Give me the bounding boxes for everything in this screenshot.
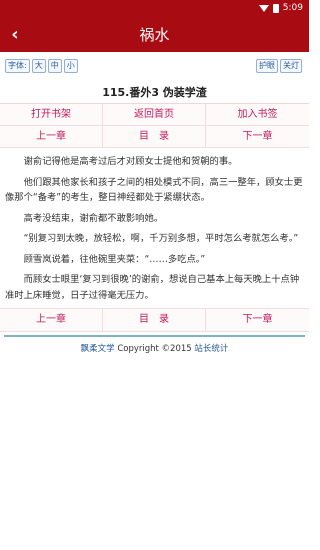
bottom-nav: 上一章 目 录 下一章: [0, 308, 309, 332]
font-large-button[interactable]: 大: [31, 59, 46, 73]
back-home-link[interactable]: 返回首页: [103, 104, 206, 126]
back-arrow-icon: ‹: [11, 23, 19, 45]
paragraph: 顾雪岚说着，往他碗里夹菜：“……多吃点。”: [23, 253, 206, 265]
font-medium-button[interactable]: 中: [47, 59, 62, 73]
title-bar: ‹ 祸水: [0, 16, 309, 52]
paragraph: “别复习到太晚，放轻松，啊，千万别多想，平时怎么考就怎么考。”: [23, 233, 299, 244]
paragraph: 谢俞记得他是高考过后才对顾女士提他和贺朝的事。: [23, 156, 238, 167]
open-bookshelf-link[interactable]: 打开书架: [0, 104, 103, 126]
chapter-content: 谢俞记得他是高考过后才对顾女士提他和贺朝的事。 他们跟其他家长和孩子之间的相处模…: [0, 148, 309, 303]
status-time: 5:09: [282, 3, 303, 13]
stats-link[interactable]: 站长统计: [194, 344, 228, 354]
font-small-button[interactable]: 小: [63, 59, 78, 73]
paragraph: 高考没结束，谢俞都不敢影响她。: [23, 212, 164, 224]
eye-care-button[interactable]: 护眼: [256, 59, 278, 73]
page-title: 祸水: [139, 25, 170, 44]
next-chapter-link[interactable]: 下一章: [206, 126, 309, 148]
bottom-toc-link[interactable]: 目 录: [103, 309, 206, 331]
prev-chapter-link[interactable]: 上一章: [0, 126, 103, 148]
font-size-label: 字体:: [5, 59, 30, 73]
status-bar: 5:09: [0, 0, 309, 16]
paragraph: 他们跟其他家长和孩子之间的相处模式不同，高三一整年，顾女士更像那个“备考”的考生…: [5, 176, 303, 204]
wifi-icon: [258, 4, 269, 12]
site-link[interactable]: 飘柔文学: [81, 344, 115, 354]
footer: 飘柔文学 Copyright ©2015 站长统计: [0, 337, 309, 354]
back-button[interactable]: ‹: [0, 16, 30, 52]
top-nav: 打开书架 返回首页 加入书签 上一章 目 录 下一章: [0, 104, 309, 148]
bottom-next-chapter-link[interactable]: 下一章: [206, 309, 309, 331]
toc-link[interactable]: 目 录: [103, 126, 206, 148]
copyright-text: Copyright ©2015: [117, 344, 192, 354]
paragraph: 而顾女士眼里‘复习到很晚’的谢俞，想说自己基本上每天晚上十点钟准时上床睡觉，日子…: [5, 274, 300, 301]
bottom-prev-chapter-link[interactable]: 上一章: [0, 309, 103, 331]
add-bookmark-link[interactable]: 加入书签: [206, 104, 309, 126]
light-off-button[interactable]: 关灯: [280, 59, 302, 73]
battery-icon: [272, 3, 279, 13]
chapter-title: 115.番外3 伪装学渣: [0, 82, 309, 104]
reader-toolbar: 字体: 大 中 小 护眼 关灯: [0, 56, 309, 76]
